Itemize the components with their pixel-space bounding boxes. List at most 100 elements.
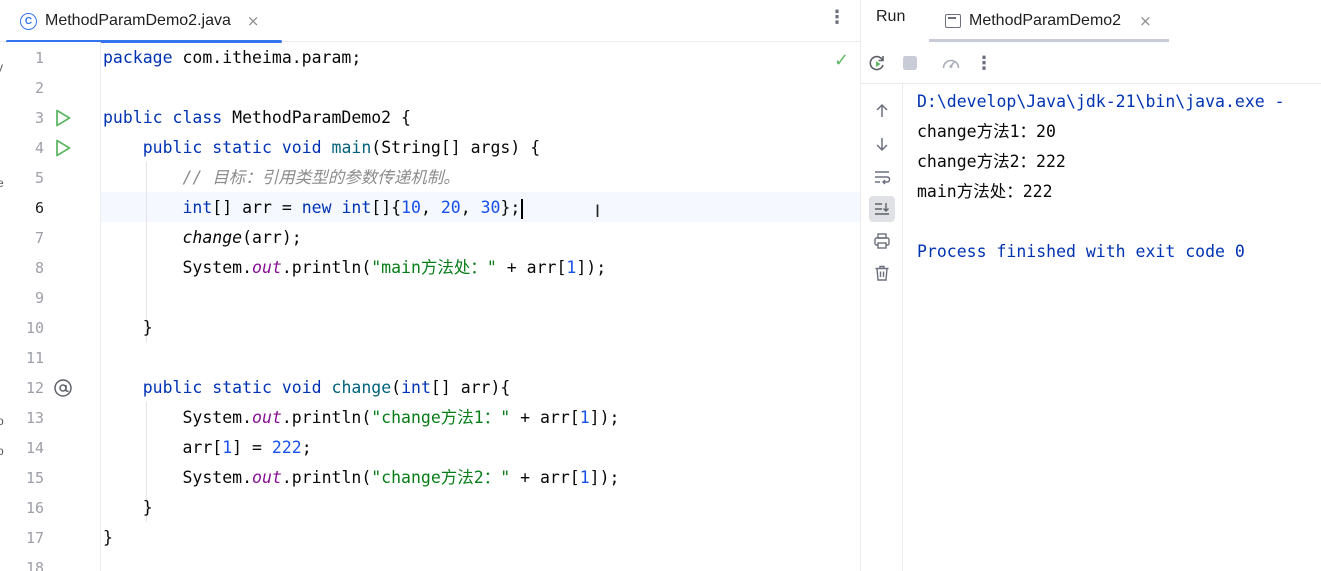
code-editor: C MethodParamDemo2.java × ⋮ y e o o 1 2 … [0, 0, 860, 571]
code-text: System. [182, 408, 253, 427]
keyword: package [103, 48, 173, 67]
line-number: 13 [25, 409, 44, 427]
number-literal: 30 [480, 198, 501, 217]
static-field: out [252, 408, 282, 427]
line-number: 3 [34, 109, 44, 127]
line-number-current: 6 [34, 199, 44, 217]
trash-icon[interactable] [869, 260, 895, 286]
keyword: int [182, 198, 213, 217]
keyword: public [142, 378, 203, 397]
static-field: out [252, 258, 282, 277]
scroll-to-end-icon[interactable] [869, 196, 895, 222]
close-tab-icon[interactable]: × [247, 12, 260, 30]
line-number: 17 [25, 529, 44, 547]
run-tool-window: Run MethodParamDemo2 × ⋮ D:\develop\Java… [861, 0, 1321, 571]
line-number: 9 [34, 289, 44, 307]
code-text: [] arr){ [430, 378, 511, 397]
run-config-tab[interactable]: MethodParamDemo2 × [929, 0, 1169, 42]
number-literal: 1 [222, 438, 233, 457]
close-run-tab-icon[interactable]: × [1139, 12, 1152, 30]
rerun-icon[interactable] [866, 52, 888, 74]
keyword: static [212, 378, 272, 397]
console-line: change方法2：222 [917, 152, 1066, 171]
number-literal: 1 [579, 468, 590, 487]
keyword: int [341, 198, 372, 217]
code-text: ( [391, 378, 402, 397]
line-number: 11 [25, 349, 44, 367]
keyword: new [301, 198, 332, 217]
line-number: 14 [25, 439, 44, 457]
number-literal: 20 [440, 198, 461, 217]
line-number-gutter: 1 2 3 4 5 6 7 8 9 10 11 12 13 14 15 16 1… [6, 42, 100, 571]
no-problems-check-icon[interactable]: ✓ [834, 50, 849, 71]
code-line-13: System.out.println("change方法1：" + arr[1]… [103, 403, 619, 433]
code-text: ]); [589, 408, 620, 427]
line-number: 8 [34, 259, 44, 277]
run-tab-bar: Run MethodParamDemo2 × [861, 0, 1321, 42]
number-literal: 222 [271, 438, 302, 457]
code-area[interactable]: package com.itheima.param; public class … [101, 42, 860, 571]
line-number: 18 [25, 559, 44, 571]
code-line-16: } [103, 493, 153, 523]
number-literal: 1 [579, 408, 590, 427]
code-comment: // 目标：引用类型的参数传递机制。 [182, 168, 460, 187]
code-text: [] arr = [212, 198, 302, 217]
code-line-14: arr[1] = 222; [103, 433, 312, 463]
run-tab-title: MethodParamDemo2 [969, 12, 1122, 29]
line-number: 1 [34, 49, 44, 67]
tab-methodparamdemo2-java[interactable]: C MethodParamDemo2.java × [6, 0, 282, 43]
mouse-ibeam-cursor: I [595, 202, 601, 222]
code-text: .println( [281, 408, 372, 427]
line-number: 7 [34, 229, 44, 247]
strip-glyph: y [0, 60, 3, 74]
run-main-icon[interactable] [54, 133, 72, 163]
down-arrow-icon[interactable] [869, 131, 895, 157]
code-text: } [142, 498, 153, 517]
console-line: main方法处：222 [917, 182, 1053, 201]
keyword: static [212, 138, 272, 157]
keyword: public [103, 108, 163, 127]
line-number: 5 [34, 169, 44, 187]
keyword: class [172, 108, 223, 127]
editor-tab-bar: C MethodParamDemo2.java × ⋮ [0, 0, 860, 43]
class-icon: C [20, 12, 37, 30]
code-text: ]); [576, 258, 607, 277]
print-icon[interactable] [869, 228, 895, 254]
console-side-toolbar [861, 84, 903, 571]
code-text: []{ [371, 198, 402, 217]
method-declaration: main [331, 138, 372, 157]
run-class-icon[interactable] [54, 103, 72, 133]
annotation-at-icon[interactable] [52, 373, 74, 403]
code-text: System. [182, 468, 253, 487]
console-icon [945, 14, 961, 28]
code-line-4: public static void main(String[] args) { [103, 133, 540, 163]
more-options-icon[interactable]: ⋮ [828, 7, 846, 28]
stop-icon[interactable] [899, 52, 921, 74]
text-caret [521, 198, 524, 219]
more-icon[interactable]: ⋮ [973, 52, 995, 74]
number-literal: 10 [401, 198, 421, 217]
line-number: 2 [34, 79, 44, 97]
code-text: } [103, 528, 113, 547]
code-line-17: } [103, 523, 113, 553]
code-text: .println( [281, 258, 372, 277]
line-number: 4 [34, 139, 44, 157]
code-line-12: public static void change(int[] arr){ [103, 373, 511, 403]
code-line-6: int[] arr = new int[]{10, 20, 30}; [103, 193, 524, 223]
soft-wrap-icon[interactable] [869, 164, 895, 190]
up-arrow-icon[interactable] [869, 98, 895, 124]
keyword: public [142, 138, 203, 157]
method-declaration: change [331, 378, 392, 397]
string-literal: "change方法1：" [371, 408, 511, 427]
code-line-10: } [103, 313, 153, 343]
keyword: void [281, 138, 322, 157]
profiler-icon[interactable] [940, 52, 962, 74]
line-number: 16 [25, 499, 44, 517]
number-literal: 1 [566, 258, 577, 277]
line-number: 15 [25, 469, 44, 487]
strip-glyph: o [0, 414, 4, 428]
console-output[interactable]: D:\develop\Java\jdk-21\bin\java.exe - ch… [917, 86, 1321, 571]
code-text: } [142, 318, 153, 337]
code-text: ; [301, 438, 312, 457]
